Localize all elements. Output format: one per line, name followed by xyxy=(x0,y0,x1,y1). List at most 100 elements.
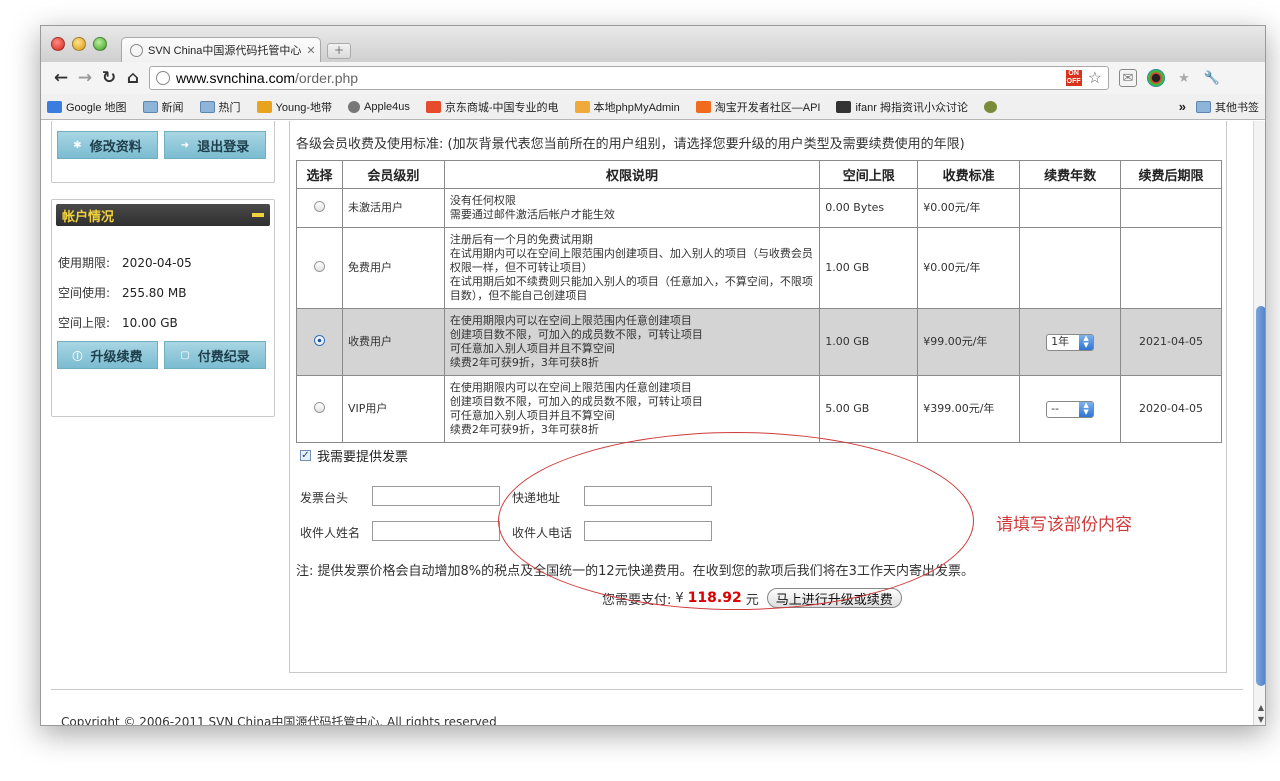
payment-records-button[interactable]: ▢ 付费纪录 xyxy=(164,341,266,369)
collapse-icon[interactable] xyxy=(252,213,264,217)
logout-button[interactable]: ➜ 退出登录 xyxy=(164,131,266,159)
sale-extension-icon[interactable]: ON OFF xyxy=(1065,70,1082,86)
browser-window: SVN China中国源代码托管中心 ✕ + ← → ↻ ⌂ www.svnch… xyxy=(40,25,1266,726)
account-header[interactable]: 帐户情况 xyxy=(56,204,270,226)
minimize-window-icon[interactable] xyxy=(72,37,86,51)
bookmark-label: ifanr 拇指资讯小众讨论 xyxy=(855,101,968,114)
forward-icon[interactable]: → xyxy=(73,66,97,90)
bookmark-label: 新闻 xyxy=(161,101,184,114)
years-select-vip[interactable]: -- ▲ ▼ xyxy=(1046,400,1095,418)
browser-toolbar: ← → ↻ ⌂ www.svnchina.com/order.php ON OF… xyxy=(41,62,1265,94)
fee-cell: ¥0.00元/年 xyxy=(917,188,1021,228)
address-bar[interactable]: www.svnchina.com/order.php ON OFF ☆ xyxy=(149,66,1109,90)
bookmark-label: Apple4us xyxy=(364,100,410,113)
description-cell: 在使用期限内可以在空间上限范围内任意创建项目 创建项目数不限，可加入的成员数不限… xyxy=(443,308,821,376)
bookmark-taobao[interactable]: 淘宝开发者社区—API xyxy=(695,99,820,115)
description-cell: 没有任何权限 需要通过邮件激活后帐户才能生效 xyxy=(443,188,821,228)
invoice-checkbox[interactable]: ✓ xyxy=(300,450,311,461)
bookmark-google-maps[interactable]: Google 地图 xyxy=(47,99,127,115)
years-cell xyxy=(1019,227,1122,309)
account-title: 帐户情况 xyxy=(62,209,115,225)
home-icon[interactable]: ⌂ xyxy=(121,66,145,90)
edit-profile-button[interactable]: ✱ 修改资料 xyxy=(57,131,158,159)
scroll-up-icon[interactable]: ▲ xyxy=(1256,703,1265,712)
wrench-icon[interactable]: 🔧 xyxy=(1203,69,1221,87)
logout-icon: ➜ xyxy=(180,139,190,151)
table-row: VIP用户 在使用期限内可以在空间上限范围内任意创建项目 创建项目数不限，可加入… xyxy=(296,375,1222,443)
reload-icon[interactable]: ↻ xyxy=(97,66,121,90)
column-header: 收费标准 xyxy=(917,160,1021,189)
invoice-checkbox-row[interactable]: ✓ 我需要提供发票 xyxy=(300,446,408,465)
level-radio-vip[interactable] xyxy=(313,401,325,413)
scroll-down-icon[interactable]: ▼ xyxy=(1256,715,1265,724)
bookmarks-overflow: » 其他书签 xyxy=(1179,99,1259,115)
color-picker-icon[interactable] xyxy=(1147,69,1165,87)
table-row: 免费用户 注册后有一个月的免费试用期 在试用期内可以在空间上限范围内创建项目、加… xyxy=(296,227,1222,309)
close-window-icon[interactable] xyxy=(51,37,65,51)
bookmark-news[interactable]: 新闻 xyxy=(142,99,184,115)
other-bookmarks[interactable]: 其他书签 xyxy=(1196,99,1259,115)
mail-checker-icon[interactable]: ✉ xyxy=(1119,69,1137,87)
column-header: 续费后期限 xyxy=(1120,160,1222,189)
window-controls xyxy=(51,37,107,51)
star-icon[interactable]: ☆ xyxy=(1088,68,1102,88)
pay-label: 您需要支付: xyxy=(602,592,672,608)
document-icon: ▢ xyxy=(180,349,190,361)
bookmark-apple4us[interactable]: Apple4us xyxy=(348,100,410,113)
page-scrollbar[interactable]: ▲ ▼ xyxy=(1253,121,1265,725)
table-header-row: 选择 会员级别 权限说明 空间上限 收费标准 续费年数 续费后期限 xyxy=(296,160,1222,189)
bookmark-hot[interactable]: 热门 xyxy=(199,99,241,115)
years-select-value: 1年 xyxy=(1051,335,1070,348)
recipient-phone-input[interactable] xyxy=(584,521,712,541)
chevron-right-icon[interactable]: » xyxy=(1179,99,1186,114)
expiry-cell: 2020-04-05 xyxy=(1120,375,1222,443)
browser-tab[interactable]: SVN China中国源代码托管中心 ✕ xyxy=(121,37,321,62)
level-cell: 收费用户 xyxy=(341,308,445,376)
bookmark-label: 本地phpMyAdmin xyxy=(593,101,680,114)
url-path: /order.php xyxy=(295,70,359,86)
space-limit-label: 空间上限: xyxy=(58,316,111,330)
new-tab-button[interactable]: + xyxy=(327,43,351,59)
bookmark-phpmyadmin[interactable]: 本地phpMyAdmin xyxy=(574,99,680,115)
gear-icon: ✱ xyxy=(73,139,82,151)
bookmark-bug[interactable] xyxy=(983,100,997,113)
invoice-note: 注: 提供发票价格会自动增加8%的税点及全国统一的12元快递费用。在收到您的款项… xyxy=(296,564,974,579)
space-used-row: 空间使用: 255.80 MB xyxy=(58,284,186,301)
delivery-address-input[interactable] xyxy=(584,486,712,506)
membership-intro: 各级会员收费及使用标准: (加灰背景代表您当前所在的用户组别，请选择您要升级的用… xyxy=(296,137,965,152)
space-cell: 1.00 GB xyxy=(819,308,919,376)
tab-close-icon[interactable]: ✕ xyxy=(306,44,315,57)
info-icon: ⓘ xyxy=(72,351,83,363)
invoice-title-input[interactable] xyxy=(372,486,500,506)
column-header: 权限说明 xyxy=(443,160,821,189)
scrollbar-thumb[interactable] xyxy=(1256,306,1265,686)
recipient-name-input[interactable] xyxy=(372,521,500,541)
expiry-cell xyxy=(1120,188,1222,228)
bookmark-young[interactable]: Young-地带 xyxy=(256,99,332,115)
chevron-updown-icon: ▲ ▼ xyxy=(1079,401,1094,417)
level-cell: VIP用户 xyxy=(341,375,445,443)
bookmark-label: Google 地图 xyxy=(66,101,127,114)
pay-amount: 118.92 xyxy=(687,590,742,606)
bug-icon xyxy=(983,100,997,113)
description-cell: 注册后有一个月的免费试用期 在试用期内可以在空间上限范围内创建项目、加入别人的项… xyxy=(443,227,821,309)
zoom-window-icon[interactable] xyxy=(93,37,107,51)
level-radio-free[interactable] xyxy=(313,260,325,272)
space-cell: 5.00 GB xyxy=(819,375,919,443)
select-cell xyxy=(296,188,343,228)
invoice-title-label: 发票台头 xyxy=(300,491,349,505)
space-used-value: 255.80 MB xyxy=(122,286,187,300)
upgrade-now-button[interactable]: 马上进行升级或续费 xyxy=(766,588,902,608)
level-radio-paid[interactable] xyxy=(313,334,325,346)
space-used-label: 空间使用: xyxy=(58,286,111,300)
page-info-icon[interactable] xyxy=(156,71,170,85)
back-icon[interactable]: ← xyxy=(49,66,73,90)
upgrade-renew-button[interactable]: ⓘ 升级续费 xyxy=(57,341,158,369)
bookmark-ifanr[interactable]: ifanr 拇指资讯小众讨论 xyxy=(836,99,968,115)
select-cell xyxy=(296,227,343,309)
years-select-value: -- xyxy=(1051,402,1060,415)
bookmark-jd[interactable]: 京东商城-中国专业的电 xyxy=(425,99,559,115)
bookmark-star-icon[interactable]: ★ xyxy=(1175,69,1193,87)
level-radio-inactive[interactable] xyxy=(313,200,325,212)
years-select-paid[interactable]: 1年 ▲ ▼ xyxy=(1046,333,1095,351)
